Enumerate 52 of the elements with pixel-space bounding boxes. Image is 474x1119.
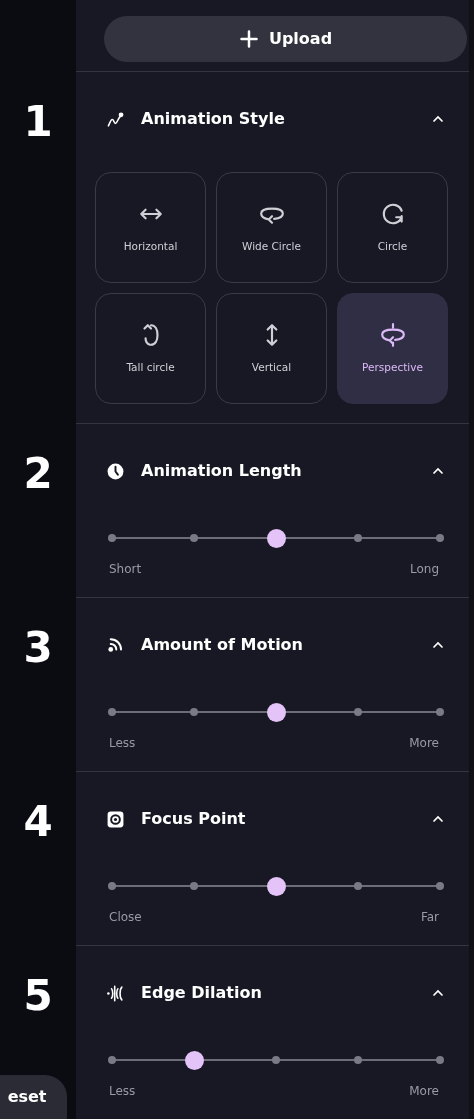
section-title: Edge Dilation xyxy=(141,982,263,1004)
step-dot[interactable] xyxy=(354,708,362,716)
step-dot[interactable] xyxy=(190,882,198,890)
min-label: Short xyxy=(109,561,142,578)
style-option[interactable]: Vertical xyxy=(216,293,327,404)
max-label: Long xyxy=(409,561,439,578)
slider-thumb[interactable] xyxy=(266,703,286,722)
clock-icon xyxy=(106,461,125,481)
reset-button[interactable]: eset xyxy=(0,1075,67,1119)
style-option[interactable]: Circle xyxy=(337,172,448,283)
step-dot[interactable] xyxy=(108,1056,116,1064)
upload-button[interactable]: Upload xyxy=(104,16,467,62)
step-number: 5 xyxy=(23,975,53,1017)
signal-waves-icon xyxy=(106,635,125,655)
section-title: Focus Point xyxy=(141,808,247,830)
step-dot[interactable] xyxy=(354,882,362,890)
max-label: More xyxy=(409,735,439,752)
step-dot[interactable] xyxy=(436,882,444,890)
slider-thumb[interactable] xyxy=(184,1051,204,1070)
dilation-icon xyxy=(106,983,125,1003)
min-label: Less xyxy=(109,735,136,752)
step-dot[interactable] xyxy=(190,534,198,542)
style-option[interactable]: Horizontal xyxy=(95,172,206,283)
max-label: Far xyxy=(420,909,439,926)
style-option[interactable]: Wide Circle xyxy=(216,172,327,283)
step-number: 3 xyxy=(23,627,53,669)
step-dot[interactable] xyxy=(354,1056,362,1064)
section-title: Animation Length xyxy=(141,460,303,482)
step-dot[interactable] xyxy=(272,1056,280,1064)
step-dot[interactable] xyxy=(108,708,116,716)
step-number: 4 xyxy=(23,801,53,843)
rotation-axis-icon xyxy=(379,321,406,348)
step-number: 2 xyxy=(23,453,53,495)
step-dot[interactable] xyxy=(190,708,198,716)
min-label: Less xyxy=(109,1083,136,1100)
section-title: Animation Style xyxy=(141,108,286,130)
step-dot[interactable] xyxy=(436,534,444,542)
section-title: Amount of Motion xyxy=(141,634,304,656)
slider-thumb[interactable] xyxy=(266,529,286,548)
step-dot[interactable] xyxy=(108,534,116,542)
min-label: Close xyxy=(109,909,142,926)
step-dot[interactable] xyxy=(354,534,362,542)
plus-icon xyxy=(238,29,259,49)
focus-target-icon xyxy=(106,809,125,829)
step-dot[interactable] xyxy=(436,1056,444,1064)
max-label: More xyxy=(409,1083,439,1100)
step-dot[interactable] xyxy=(108,882,116,890)
style-option[interactable]: Tall circle xyxy=(95,293,206,404)
step-number: 1 xyxy=(23,101,53,143)
slider-thumb[interactable] xyxy=(266,877,286,896)
style-option[interactable]: Perspective xyxy=(337,293,448,404)
step-dot[interactable] xyxy=(436,708,444,716)
